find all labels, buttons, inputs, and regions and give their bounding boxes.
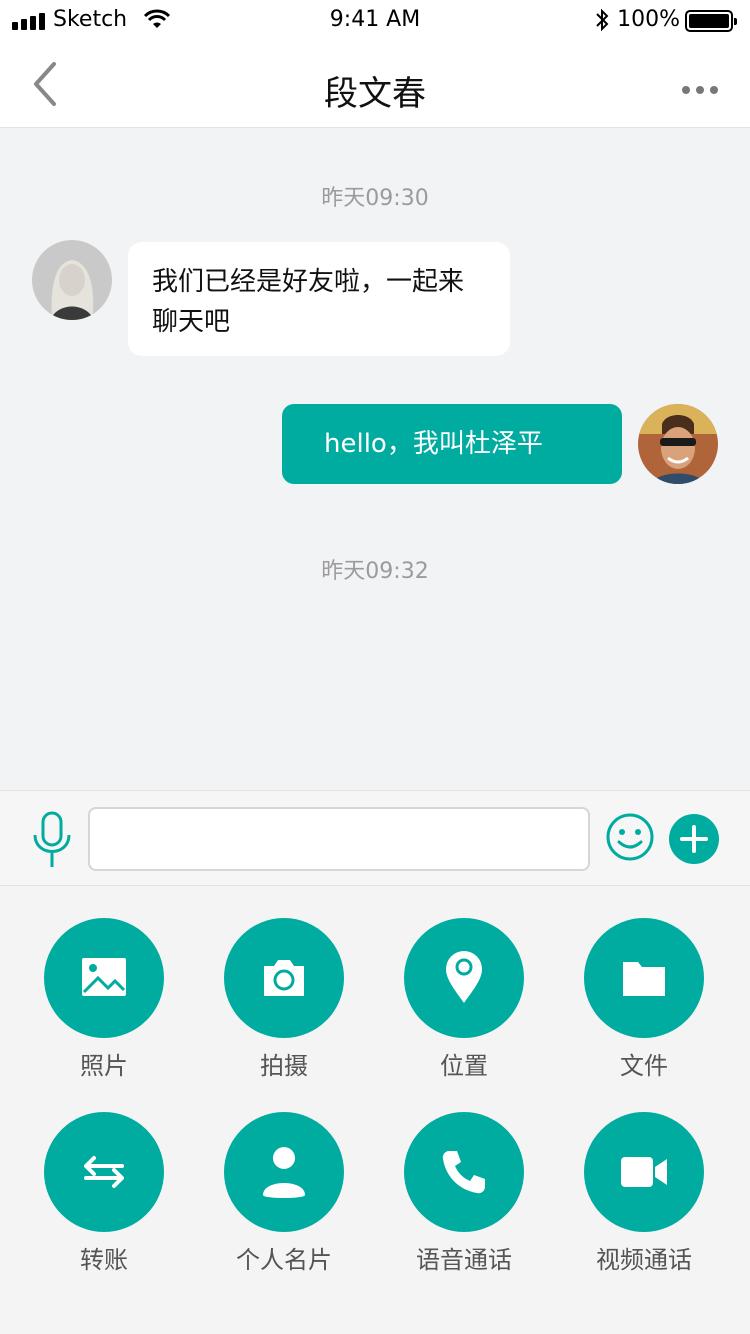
transfer-icon bbox=[84, 1156, 124, 1188]
action-transfer-label: 转账 bbox=[80, 1246, 128, 1274]
action-photo[interactable]: 照片 bbox=[24, 918, 184, 1084]
action-video-call[interactable]: 视频通话 bbox=[564, 1112, 724, 1278]
more-dot bbox=[696, 86, 704, 94]
incoming-message-text: 我们已经是好友啦，一起来聊天吧 bbox=[152, 267, 465, 337]
action-file-circle bbox=[584, 918, 704, 1038]
action-contact-card-label: 个人名片 bbox=[236, 1246, 332, 1274]
outgoing-message-bubble[interactable]: hello，我叫杜泽平 bbox=[282, 404, 622, 484]
microphone-icon[interactable] bbox=[30, 811, 74, 869]
action-camera-circle bbox=[224, 918, 344, 1038]
action-voice-call-label: 语音通话 bbox=[416, 1246, 512, 1274]
action-video-call-circle bbox=[584, 1112, 704, 1232]
action-contact-card[interactable]: 个人名片 bbox=[204, 1112, 364, 1278]
action-video-call-label: 视频通话 bbox=[596, 1246, 692, 1274]
outgoing-message-text: hello，我叫杜泽平 bbox=[324, 429, 543, 459]
action-voice-call[interactable]: 语音通话 bbox=[384, 1112, 544, 1278]
action-location[interactable]: 位置 bbox=[384, 918, 544, 1084]
action-voice-call-circle bbox=[404, 1112, 524, 1232]
my-avatar[interactable] bbox=[638, 404, 718, 484]
action-camera[interactable]: 拍摄 bbox=[204, 918, 364, 1084]
message-timestamp: 昨天09:30 bbox=[321, 186, 429, 211]
more-button[interactable] bbox=[672, 70, 728, 110]
action-panel: 照片 拍摄 位置 文件 转账 个人名片 语音通话 视频通话 bbox=[0, 886, 750, 1334]
message-timestamp: 昨天09:32 bbox=[321, 559, 429, 584]
page-title: 段文春 bbox=[324, 74, 426, 114]
action-transfer-circle bbox=[44, 1112, 164, 1232]
camera-icon bbox=[264, 960, 304, 996]
action-transfer[interactable]: 转账 bbox=[24, 1112, 184, 1278]
video-icon bbox=[621, 1157, 667, 1187]
more-dot bbox=[682, 86, 690, 94]
action-file[interactable]: 文件 bbox=[564, 918, 724, 1084]
image-icon bbox=[82, 958, 126, 996]
action-location-circle bbox=[404, 918, 524, 1038]
plus-icon bbox=[680, 825, 708, 853]
action-camera-label: 拍摄 bbox=[260, 1052, 308, 1080]
action-contact-card-circle bbox=[224, 1112, 344, 1232]
location-pin-icon bbox=[446, 951, 482, 1003]
add-button[interactable] bbox=[669, 814, 719, 864]
more-dot bbox=[710, 86, 718, 94]
contact-avatar-image bbox=[32, 240, 112, 320]
nav-bar: 段文春 bbox=[0, 40, 750, 128]
action-photo-label: 照片 bbox=[80, 1052, 128, 1080]
battery-icon bbox=[685, 10, 737, 32]
my-avatar-image bbox=[638, 404, 718, 484]
folder-icon bbox=[623, 962, 665, 996]
phone-icon bbox=[442, 1151, 485, 1194]
contact-avatar[interactable] bbox=[32, 240, 112, 320]
status-bar: Sketch 9:41 AM 100% bbox=[0, 0, 750, 40]
incoming-message-bubble[interactable]: 我们已经是好友啦，一起来聊天吧 bbox=[128, 242, 510, 356]
message-input[interactable] bbox=[88, 807, 590, 871]
emoji-icon[interactable] bbox=[605, 812, 655, 862]
action-file-label: 文件 bbox=[620, 1052, 668, 1080]
bluetooth-icon bbox=[596, 8, 609, 32]
battery-percent: 100% bbox=[617, 7, 680, 32]
contact-card-icon bbox=[263, 1147, 305, 1198]
input-bar bbox=[0, 790, 750, 886]
action-location-label: 位置 bbox=[440, 1052, 488, 1080]
action-photo-circle bbox=[44, 918, 164, 1038]
